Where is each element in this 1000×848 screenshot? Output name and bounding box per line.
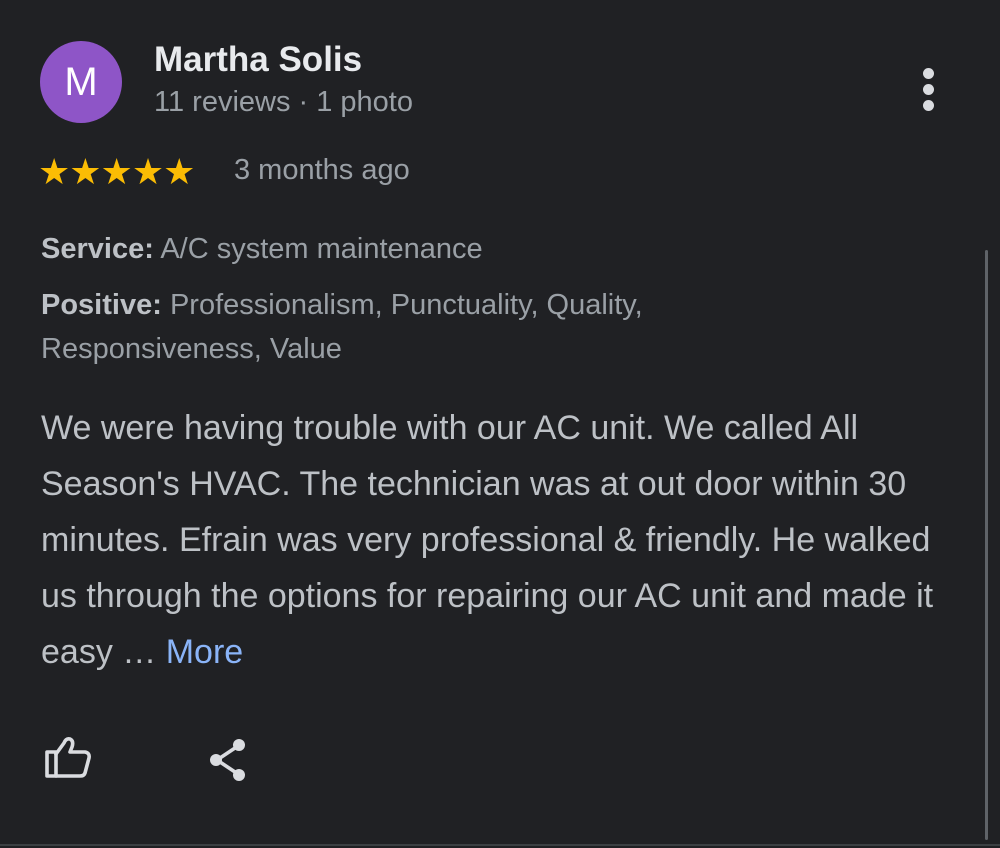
- review-time: 3 months ago: [234, 154, 410, 186]
- service-attribute: Service: A/C system maintenance: [41, 227, 483, 271]
- avatar[interactable]: M: [40, 41, 122, 123]
- positive-label: Positive:: [41, 289, 162, 321]
- thumbs-up-icon: [45, 737, 91, 778]
- more-vertical-icon-dot: [923, 100, 934, 111]
- service-value: A/C system maintenance: [160, 233, 483, 265]
- author-name[interactable]: Martha Solis: [154, 40, 362, 80]
- scrollbar[interactable]: [985, 250, 988, 840]
- more-options-button[interactable]: [913, 64, 945, 114]
- service-label: Service:: [41, 233, 154, 265]
- more-link[interactable]: More: [166, 633, 243, 671]
- like-button[interactable]: [40, 733, 96, 783]
- review-text: We were having trouble with our AC unit.…: [41, 400, 966, 680]
- more-vertical-icon-dot: [923, 84, 934, 95]
- review-card: M Martha Solis 11 reviews · 1 photo ★★★★…: [0, 0, 1000, 848]
- share-icon: [210, 739, 245, 781]
- share-button[interactable]: [202, 735, 254, 785]
- review-body: We were having trouble with our AC unit.…: [41, 409, 934, 671]
- star-rating: ★★★★★: [38, 151, 195, 192]
- divider: [0, 844, 1000, 846]
- positive-attribute: Positive: Professionalism, Punctuality, …: [41, 283, 801, 371]
- more-vertical-icon: [923, 68, 934, 79]
- author-meta: 11 reviews · 1 photo: [154, 86, 413, 118]
